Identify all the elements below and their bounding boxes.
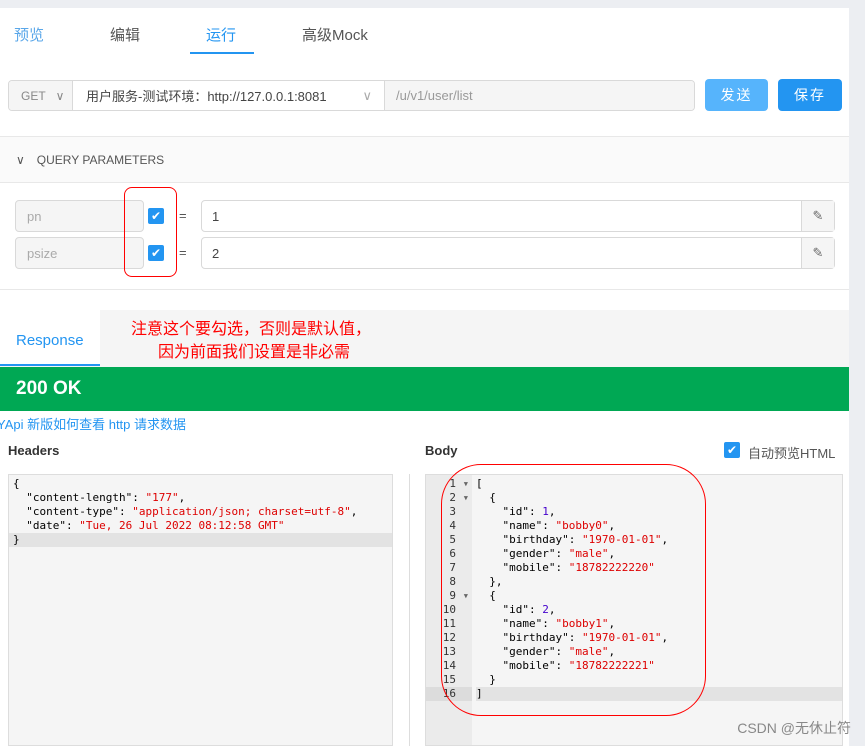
path-input[interactable]: /u/v1/user/list [385,81,694,110]
param-value-psize[interactable]: 2 ✎ [201,237,835,269]
query-params-title: QUERY PARAMETERS [36,152,165,167]
equals-sign: = [179,208,187,223]
param-value-pn[interactable]: 1 ✎ [201,200,835,232]
help-link[interactable]: YApi 新版如何查看 http 请求数据 [0,414,186,433]
tab-advanced-mock[interactable]: 高级Mock [302,24,368,45]
status-bar: 200 OK [0,367,849,411]
tab-run[interactable]: 运行 [206,24,236,45]
preview-html-checkbox[interactable]: ✔ [724,442,740,458]
method-value: GET [21,88,46,103]
chevron-down-icon: ∨ [55,88,65,103]
annotation-text-2: 因为前面我们设置是非必需 [158,344,351,361]
tab-preview[interactable]: 预览 [14,24,44,45]
query-params-header[interactable]: ∨ QUERY PARAMETERS [0,136,849,183]
body-label: Body [425,443,458,458]
preview-html-label: 自动预览HTML [748,446,836,461]
annotation-text-1: 注意这个要勾选，否则是默认值， [131,321,372,338]
env-value: 用户服务-测试环境：http://127.0.0.1:8081 [86,89,327,104]
send-button[interactable]: 发送 [705,79,768,111]
tab-edit[interactable]: 编辑 [110,24,140,45]
tab-response[interactable]: Response [0,310,100,366]
watermark: CSDN @无休止符 [737,720,851,736]
response-tabbar [0,310,849,367]
chevron-down-icon: ∨ [362,87,372,103]
save-button[interactable]: 保存 [778,79,842,111]
param-value-text: 2 [212,245,220,261]
equals-sign: = [179,245,187,260]
env-select[interactable]: 用户服务-测试环境：http://127.0.0.1:8081 ∨ [73,81,385,110]
code-line: "date": "Tue, 26 Jul 2022 08:12:58 GMT" [13,519,285,532]
annotation-ellipse-body [441,464,706,716]
param-value-text: 1 [212,208,220,224]
edit-icon[interactable]: ✎ [801,201,834,231]
edit-icon[interactable]: ✎ [801,238,834,268]
headers-label: Headers [8,443,60,458]
request-bar: GET ∨ 用户服务-测试环境：http://127.0.0.1:8081 ∨ /u… [8,80,695,111]
code-line: { [13,477,20,490]
active-tab-indicator [190,52,254,54]
code-line: "content-type": "application/json; chars… [13,505,358,518]
code-line: "content-length": "177", [13,491,186,504]
method-select[interactable]: GET ∨ [9,81,73,110]
chevron-down-icon: ∨ [16,152,25,167]
headers-editor[interactable]: { "content-length": "177", "content-type… [8,474,393,746]
divider [0,289,849,290]
annotation-box-checkboxes [124,187,177,277]
code-line: } [9,533,392,547]
divider [409,474,410,746]
